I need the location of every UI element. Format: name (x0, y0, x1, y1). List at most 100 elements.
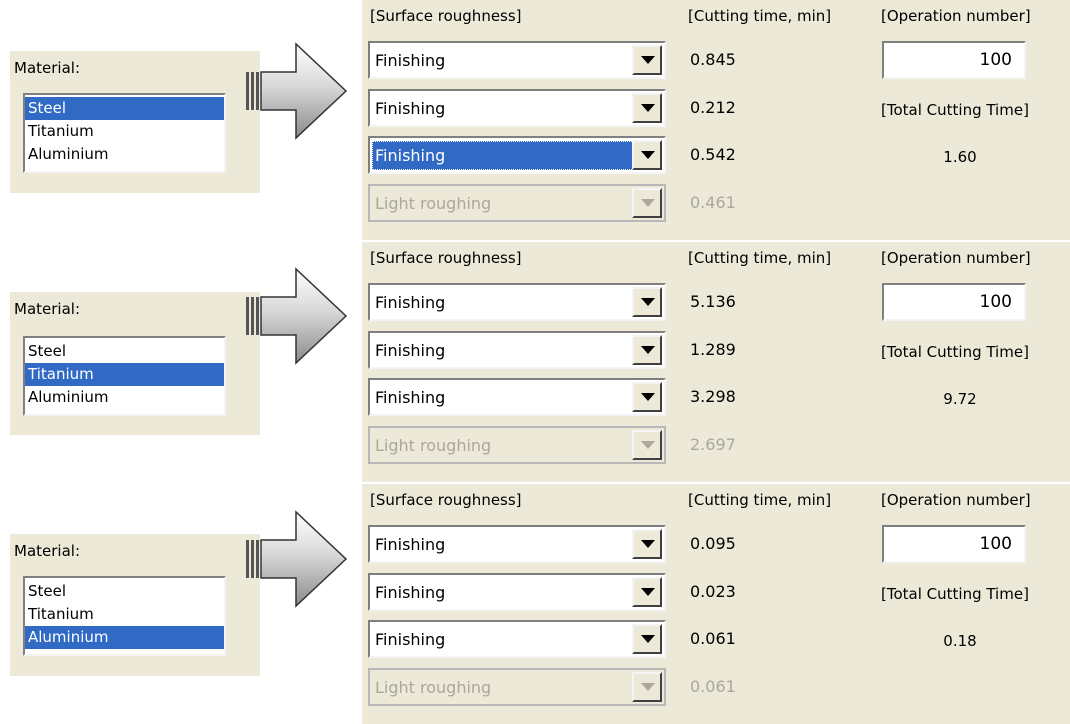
material-label: Material: (14, 542, 80, 560)
cutting-time-value: 1.289 (690, 340, 736, 359)
combo-value: Finishing (375, 99, 446, 118)
material-list-item[interactable]: Steel (25, 340, 224, 363)
combo-value: Finishing (375, 583, 446, 602)
cutting-time-header: [Cutting time, min] (688, 491, 832, 509)
surface-roughness-header: [Surface roughness] (370, 249, 522, 267)
material-listbox[interactable]: Steel Titanium Aluminium (23, 336, 226, 416)
total-cutting-time-label: [Total Cutting Time] (881, 343, 1029, 361)
cutting-form: [Surface roughness] [Cutting time, min] … (362, 0, 1070, 240)
material-label: Material: (14, 59, 80, 77)
chevron-down-icon (641, 393, 655, 401)
combo-value: Light roughing (375, 678, 492, 697)
dropdown-button (632, 672, 662, 702)
operation-number-header: [Operation number] (881, 7, 1031, 25)
surface-roughness-header: [Surface roughness] (370, 7, 522, 25)
surface-roughness-combo[interactable]: Finishing (368, 41, 666, 79)
chevron-down-icon (641, 540, 655, 548)
combo-value: Finishing (372, 141, 634, 170)
chevron-down-icon (641, 56, 655, 64)
dropdown-button (632, 188, 662, 218)
material-list-item[interactable]: Aluminium (25, 626, 224, 649)
material-listbox[interactable]: Steel Titanium Aluminium (23, 576, 226, 656)
combo-value: Finishing (375, 535, 446, 554)
material-list-item[interactable]: Titanium (25, 120, 224, 143)
total-cutting-time-value: 0.18 (943, 632, 977, 650)
combo-value: Finishing (375, 51, 446, 70)
total-cutting-time-value: 9.72 (943, 390, 977, 408)
surface-roughness-combo: Light roughing (368, 668, 666, 706)
cutting-time-value: 3.298 (690, 387, 736, 406)
cutting-time-value: 0.061 (690, 677, 736, 696)
cutting-time-value: 5.136 (690, 292, 736, 311)
chevron-down-icon (641, 298, 655, 306)
surface-roughness-combo: Light roughing (368, 184, 666, 222)
material-listbox[interactable]: Steel Titanium Aluminium (23, 93, 226, 173)
material-panel: Material: Steel Titanium Aluminium (10, 534, 260, 676)
cutting-time-header: [Cutting time, min] (688, 249, 832, 267)
right-arrow-icon (246, 42, 348, 140)
surface-roughness-combo[interactable]: Finishing (368, 525, 666, 563)
cutting-form: [Surface roughness] [Cutting time, min] … (362, 242, 1070, 482)
material-label: Material: (14, 300, 80, 318)
chevron-down-icon (641, 635, 655, 643)
material-list-item[interactable]: Steel (25, 580, 224, 603)
operation-number-input[interactable]: 100 (882, 283, 1026, 321)
cutting-time-value: 0.212 (690, 98, 736, 117)
dropdown-button[interactable] (632, 45, 662, 75)
chevron-down-icon (641, 346, 655, 354)
total-cutting-time-label: [Total Cutting Time] (881, 585, 1029, 603)
dropdown-button[interactable] (632, 529, 662, 559)
material-list-item[interactable]: Titanium (25, 363, 224, 386)
material-list-item[interactable]: Titanium (25, 603, 224, 626)
combo-value: Finishing (375, 630, 446, 649)
operation-number-header: [Operation number] (881, 249, 1031, 267)
combo-value: Finishing (375, 293, 446, 312)
dropdown-button[interactable] (632, 624, 662, 654)
chevron-down-icon (641, 441, 655, 449)
surface-roughness-combo[interactable]: Finishing (368, 620, 666, 658)
material-list-item[interactable]: Aluminium (25, 143, 224, 166)
material-example: Material: Steel Titanium Aluminium [Surf… (0, 242, 1070, 482)
surface-roughness-combo[interactable]: Finishing (368, 89, 666, 127)
surface-roughness-combo[interactable]: Finishing (368, 283, 666, 321)
cutting-form: [Surface roughness] [Cutting time, min] … (362, 484, 1070, 724)
cutting-time-value: 0.461 (690, 193, 736, 212)
material-list-item[interactable]: Steel (25, 97, 224, 120)
dropdown-button[interactable] (632, 93, 662, 123)
cutting-time-value: 2.697 (690, 435, 736, 454)
surface-roughness-combo[interactable]: Finishing (368, 573, 666, 611)
material-panel: Material: Steel Titanium Aluminium (10, 292, 260, 435)
combo-value: Finishing (375, 388, 446, 407)
chevron-down-icon (641, 199, 655, 207)
operation-number-input[interactable]: 100 (882, 41, 1026, 79)
chevron-down-icon (641, 588, 655, 596)
dropdown-button[interactable] (632, 287, 662, 317)
surface-roughness-combo: Light roughing (368, 426, 666, 464)
combo-value: Light roughing (375, 436, 492, 455)
cutting-time-value: 0.061 (690, 629, 736, 648)
cutting-time-value: 0.845 (690, 50, 736, 69)
total-cutting-time-value: 1.60 (943, 148, 977, 166)
surface-roughness-header: [Surface roughness] (370, 491, 522, 509)
right-arrow-icon (246, 510, 348, 608)
material-example: Material: Steel Titanium Aluminium [Surf… (0, 0, 1070, 240)
surface-roughness-combo[interactable]: Finishing (368, 331, 666, 369)
chevron-down-icon (641, 104, 655, 112)
right-arrow-icon (246, 267, 348, 365)
surface-roughness-combo[interactable]: Finishing (368, 136, 666, 174)
combo-value: Light roughing (375, 194, 492, 213)
material-example: Material: Steel Titanium Aluminium [Surf… (0, 484, 1070, 724)
cutting-time-header: [Cutting time, min] (688, 7, 832, 25)
operation-number-input[interactable]: 100 (882, 525, 1026, 563)
total-cutting-time-label: [Total Cutting Time] (881, 101, 1029, 119)
material-list-item[interactable]: Aluminium (25, 386, 224, 409)
material-panel: Material: Steel Titanium Aluminium (10, 51, 260, 193)
dropdown-button[interactable] (632, 335, 662, 365)
operation-number-header: [Operation number] (881, 491, 1031, 509)
surface-roughness-combo[interactable]: Finishing (368, 378, 666, 416)
dropdown-button[interactable] (632, 382, 662, 412)
cutting-time-value: 0.095 (690, 534, 736, 553)
cutting-time-value: 0.542 (690, 145, 736, 164)
dropdown-button[interactable] (632, 140, 662, 170)
dropdown-button[interactable] (632, 577, 662, 607)
